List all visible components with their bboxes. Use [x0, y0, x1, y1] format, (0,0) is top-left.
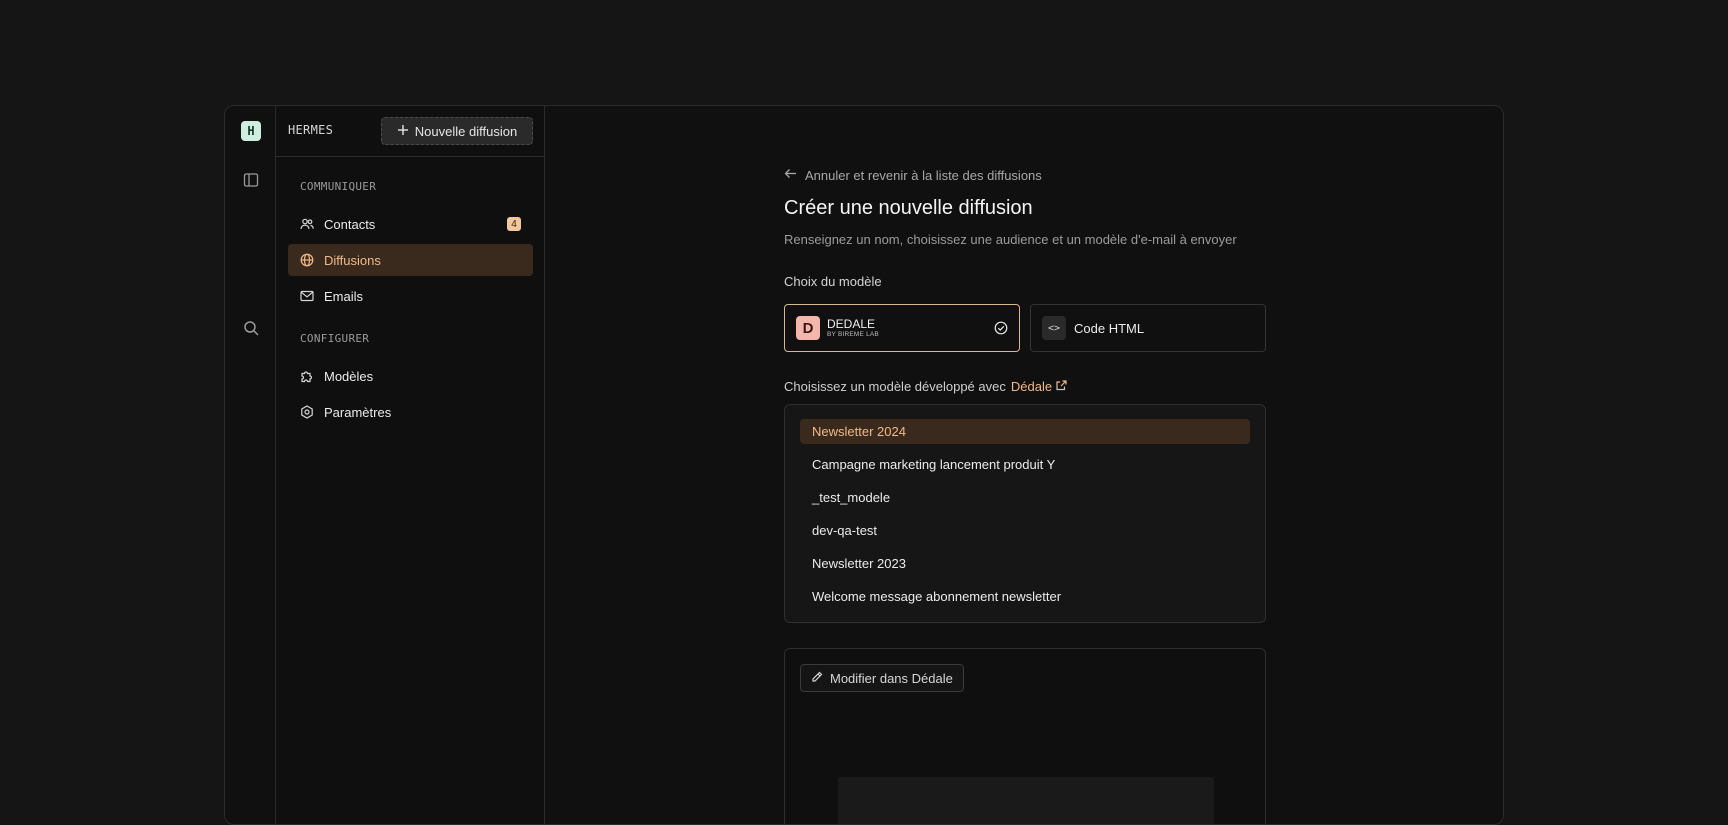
users-icon — [300, 217, 314, 231]
model-choice-label: Choix du modèle — [784, 274, 882, 289]
pencil-icon — [811, 671, 823, 686]
contacts-count-badge: 4 — [507, 217, 521, 231]
dedale-title: DEDALE — [827, 316, 876, 331]
template-item[interactable]: Welcome message abonnement newsletter — [800, 584, 1250, 609]
check-circle-icon — [994, 321, 1008, 340]
template-item[interactable]: Campagne marketing lancement produit Y — [800, 452, 1250, 477]
puzzle-icon — [300, 369, 314, 383]
code-html-label: Code HTML — [1074, 320, 1145, 336]
template-item[interactable]: dev-qa-test — [800, 518, 1250, 543]
sidebar-item-label: Diffusions — [324, 252, 381, 268]
back-link-label: Annuler et revenir à la liste des diffus… — [805, 167, 1042, 183]
edit-in-dedale-button[interactable]: Modifier dans Dédale — [800, 664, 964, 692]
dedale-link-label: Dédale — [1010, 379, 1053, 394]
dedale-link[interactable]: Dédale — [1011, 379, 1067, 394]
option-code-html[interactable]: <> Code HTML — [1030, 304, 1266, 352]
section-label-configurer: CONFIGURER — [300, 332, 370, 345]
sidebar-item-modeles[interactable]: Modèles — [288, 360, 533, 392]
sidebar-item-label: Contacts — [324, 216, 376, 232]
sidebar-item-label: Paramètres — [324, 404, 392, 420]
code-icon: <> — [1042, 316, 1066, 340]
option-dedale[interactable]: D DEDALE BY BIREME LAB — [784, 304, 1020, 352]
page-title: Créer une nouvelle diffusion — [784, 197, 1033, 219]
plus-icon — [397, 124, 409, 139]
dedale-logo: D — [796, 316, 820, 340]
section-label-communiquer: COMMUNIQUER — [300, 180, 377, 193]
template-preview: Modifier dans Dédale — [784, 648, 1266, 824]
new-diffusion-label: Nouvelle diffusion — [414, 123, 518, 139]
main-panel: Annuler et revenir à la liste des diffus… — [545, 106, 1503, 824]
app-window: H HERMES Nouvelle diffusion COMMUNIQUER … — [224, 105, 1504, 825]
new-diffusion-button[interactable]: Nouvelle diffusion — [381, 117, 533, 145]
icon-rail: H — [225, 106, 276, 824]
sidebar: HERMES Nouvelle diffusion COMMUNIQUER Co… — [276, 106, 545, 824]
sidebar-item-label: Modèles — [324, 368, 374, 384]
sidebar-item-emails[interactable]: Emails — [288, 280, 533, 312]
app-logo[interactable]: H — [241, 121, 261, 141]
template-item[interactable]: Newsletter 2023 — [800, 551, 1250, 576]
external-link-icon — [1056, 379, 1067, 394]
brand-name: HERMES — [288, 123, 334, 137]
mail-icon — [300, 289, 314, 303]
choose-template-label: Choisissez un modèle développé avec — [784, 379, 1006, 394]
sidebar-item-parametres[interactable]: Paramètres — [288, 396, 533, 428]
template-item[interactable]: _test_modele — [800, 485, 1250, 510]
sidebar-toggle-icon[interactable] — [238, 167, 264, 193]
back-link[interactable]: Annuler et revenir à la liste des diffus… — [784, 167, 1042, 183]
template-list: Newsletter 2024 Campagne marketing lance… — [784, 404, 1266, 623]
page-subtitle: Renseignez un nom, choisissez une audien… — [784, 232, 1237, 247]
dedale-name: DEDALE BY BIREME LAB — [827, 318, 879, 339]
sidebar-header: HERMES Nouvelle diffusion — [276, 106, 544, 157]
choose-template-text: Choisissez un modèle développé avec Déda… — [784, 379, 1067, 394]
sidebar-item-diffusions[interactable]: Diffusions — [288, 244, 533, 276]
edit-in-dedale-label: Modifier dans Dédale — [830, 670, 953, 686]
search-icon[interactable] — [238, 315, 264, 341]
globe-icon — [300, 253, 314, 267]
sidebar-item-label: Emails — [324, 288, 364, 304]
sidebar-item-contacts[interactable]: Contacts 4 — [288, 208, 533, 240]
dedale-byline: BY BIREME LAB — [827, 330, 879, 338]
settings-icon — [300, 405, 314, 419]
arrow-left-icon — [784, 167, 797, 183]
template-item[interactable]: Newsletter 2024 — [800, 419, 1250, 444]
email-preview-frame — [838, 777, 1214, 824]
